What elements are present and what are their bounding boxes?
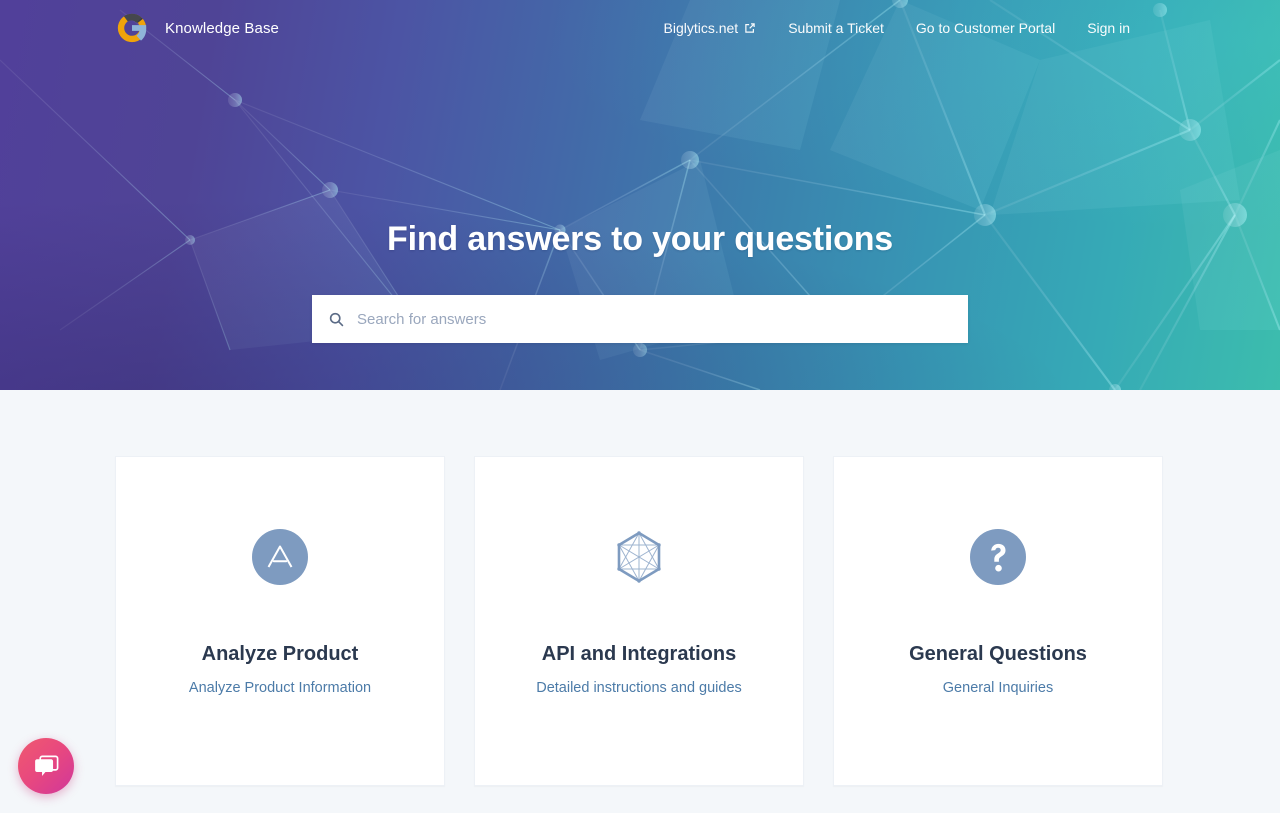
card-title: Analyze Product xyxy=(201,643,359,665)
top-navigation-bar: Knowledge Base Biglytics.net Submit a Ti… xyxy=(0,0,1280,56)
card-title: API and Integrations xyxy=(541,643,737,665)
chat-widget-button[interactable] xyxy=(18,738,74,794)
nav-link-label: Go to Customer Portal xyxy=(915,20,1056,36)
brand-name: Knowledge Base xyxy=(165,19,279,37)
page-title: Find answers to your questions xyxy=(387,220,893,258)
chat-bubbles-icon xyxy=(34,755,58,776)
external-link-icon xyxy=(745,23,755,33)
search-input[interactable] xyxy=(357,310,952,328)
nav-link-label: Biglytics.net xyxy=(663,20,739,36)
card-subtitle: Detailed instructions and guides xyxy=(536,680,742,696)
card-subtitle: General Inquiries xyxy=(942,680,1054,696)
category-card-general-questions[interactable]: General Questions General Inquiries xyxy=(833,456,1163,786)
search-icon xyxy=(329,312,344,326)
category-card-api-integrations[interactable]: API and Integrations Detailed instructio… xyxy=(474,456,804,786)
nav-links: Biglytics.net Submit a Ticket Go to Cust… xyxy=(664,20,1131,36)
triangle-a-circle-icon xyxy=(252,529,308,585)
card-subtitle: Analyze Product Information xyxy=(188,680,372,696)
nav-link-submit-ticket[interactable]: Submit a Ticket xyxy=(788,20,884,36)
hero-banner: Knowledge Base Biglytics.net Submit a Ti… xyxy=(0,0,1280,390)
hexagon-network-icon xyxy=(617,531,661,583)
question-mark-circle-icon xyxy=(970,529,1026,585)
nav-link-biglytics[interactable]: Biglytics.net xyxy=(664,20,757,36)
card-title: General Questions xyxy=(909,643,1087,665)
hero-content: Find answers to your questions xyxy=(0,56,1280,343)
nav-link-label: Submit a Ticket xyxy=(788,20,884,36)
search-bar[interactable] xyxy=(312,295,968,343)
category-card-analyze-product[interactable]: Analyze Product Analyze Product Informat… xyxy=(115,456,445,786)
google-g-logo-icon xyxy=(117,13,147,43)
nav-link-customer-portal[interactable]: Go to Customer Portal xyxy=(916,20,1055,36)
nav-link-label: Sign in xyxy=(1087,20,1130,36)
category-card-grid: Analyze Product Analyze Product Informat… xyxy=(0,390,1280,786)
nav-link-sign-in[interactable]: Sign in xyxy=(1087,20,1130,36)
brand-home-link[interactable]: Knowledge Base xyxy=(115,11,279,45)
